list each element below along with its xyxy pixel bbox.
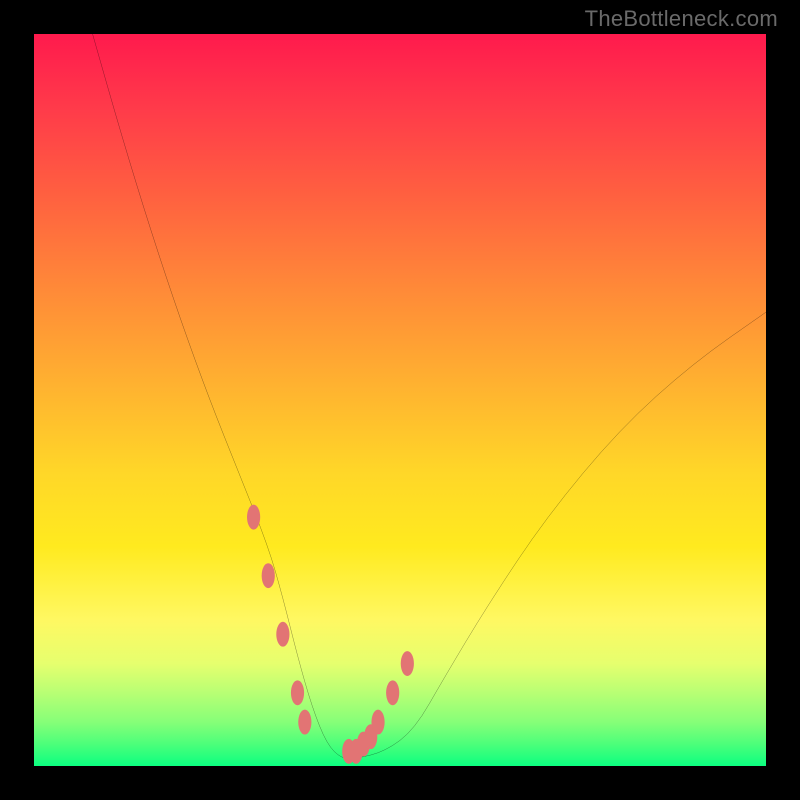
valley-marker — [371, 710, 384, 735]
chart-frame: TheBottleneck.com — [0, 0, 800, 800]
valley-marker — [401, 651, 414, 676]
valley-marker — [386, 680, 399, 705]
valley-marker — [298, 710, 311, 735]
valley-marker — [276, 622, 289, 647]
bottleneck-curve — [34, 34, 766, 766]
plot-area — [34, 34, 766, 766]
valley-marker — [247, 505, 260, 530]
watermark-text: TheBottleneck.com — [585, 6, 778, 32]
valley-marker — [262, 563, 275, 588]
valley-marker — [291, 680, 304, 705]
